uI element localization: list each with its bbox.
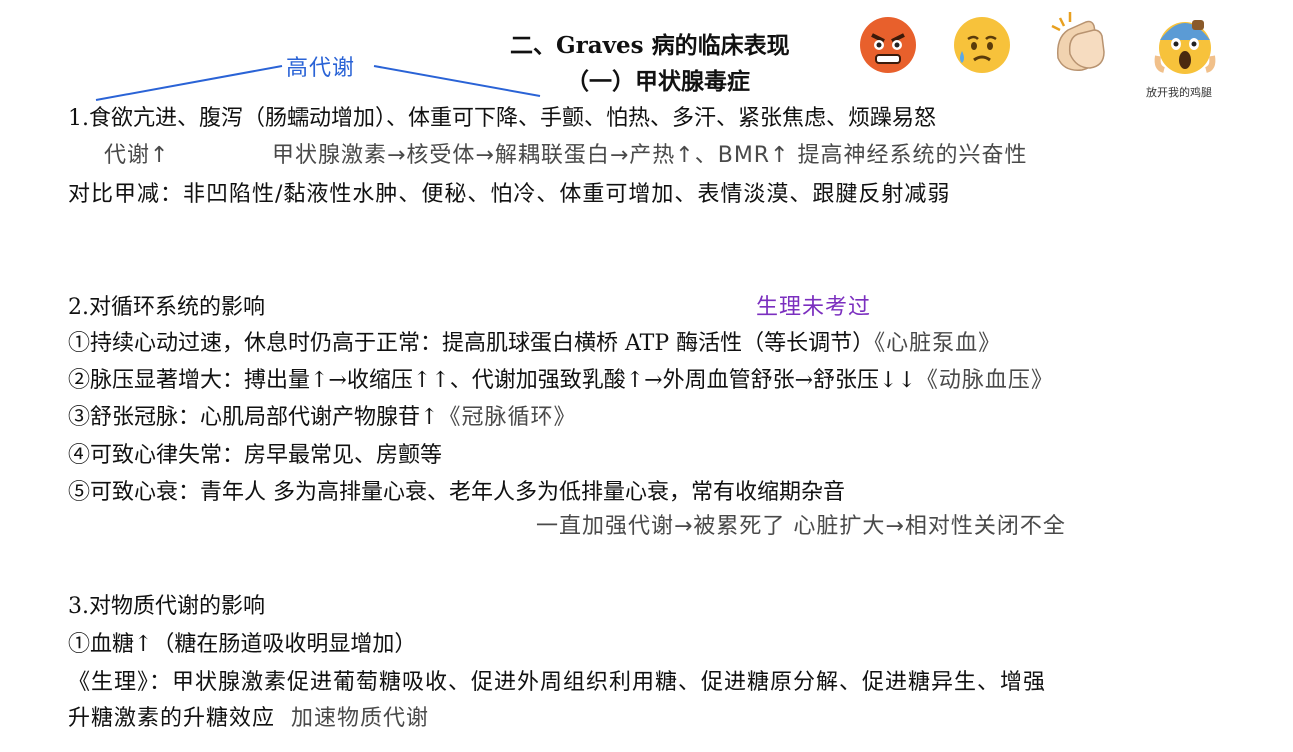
section2-item2-text: ②脉压显著增大：搏出量↑→收缩压↑↑、代谢加强致乳酸↑→外周血管舒张→舒张压↓↓: [68, 368, 916, 393]
section3-heading: 3.对物质代谢的影响: [68, 594, 265, 619]
section2-item1: ①持续心动过速，休息时仍高于正常：提高肌球蛋白横桥 ATP 酶活性（等长调节）《…: [68, 325, 1001, 357]
section1-note-left: 代谢↑: [104, 143, 170, 168]
section2-item3-text: ③舒张冠脉：心肌局部代谢产物腺苷↑: [68, 405, 439, 430]
section1-contrast: 对比甲减：非凹陷性/黏液性水肿、便秘、怕冷、体重可增加、表情淡漠、跟腱反射减弱: [68, 182, 951, 207]
section3-physiology-line1: 《生理》：甲状腺激素促进葡萄糖吸收、促进外周组织利用糖、促进糖原分解、促进糖异生…: [68, 670, 1047, 695]
section2-item4: ④可致心律失常：房早最常见、房颤等: [68, 443, 443, 468]
section2-item3-note: 《冠脉循环》: [438, 405, 577, 430]
section2-item1-note: 《心脏泵血》: [874, 331, 1002, 356]
clapping-hands-icon: [1051, 12, 1105, 71]
section1-line1: 1.食欲亢进、腹泻（肠蠕动增加）、体重可下降、手颤、怕热、多汗、紧张焦虑、烦躁易…: [68, 106, 936, 131]
section2-item1-text: ①持续心动过速，休息时仍高于正常：提高肌球蛋白横桥 ATP 酶活性（等长调节）: [68, 331, 875, 356]
section2-item2: ②脉压显著增大：搏出量↑→收缩压↑↑、代谢加强致乳酸↑→外周血管舒张→舒张压↓↓…: [68, 362, 1054, 394]
high-metabolism-annotation: 高代谢: [286, 56, 356, 81]
section1-note-right: 甲状腺激素→核受体→解耦联蛋白→产热↑、BMR↑ 提高神经系统的兴奋性: [272, 143, 1028, 168]
section3-physiology-note: 加速物质代谢: [291, 706, 430, 731]
section2-item5-note: 一直加强代谢→被累死了 心脏扩大→相对性关闭不全: [536, 514, 1066, 539]
section2-item5: ⑤可致心衰：青年人 多为高排量心衰、老年人多为低排量心衰，常有收缩期杂音: [68, 480, 845, 505]
section3-item1: ①血糖↑（糖在肠道吸收明显增加）: [68, 632, 417, 657]
angry-face-icon: [860, 17, 916, 73]
section2-heading: 2.对循环系统的影响: [68, 295, 265, 320]
physiology-not-tested-annotation: 生理未考过: [756, 295, 872, 320]
section3-physiology-line2: 升糖激素的升糖效应 加速物质代谢: [68, 700, 429, 732]
section3-physiology-line2-text: 升糖激素的升糖效应: [68, 706, 276, 731]
sticker-caption: 放开我的鸡腿: [1146, 86, 1212, 99]
section2-item2-note: 《动脉血压》: [915, 368, 1054, 393]
section2-item3: ③舒张冠脉：心肌局部代谢产物腺苷↑《冠脉循环》: [68, 399, 576, 431]
sad-sweat-face-icon: [954, 17, 1010, 73]
scream-face-icon: [1154, 20, 1216, 74]
